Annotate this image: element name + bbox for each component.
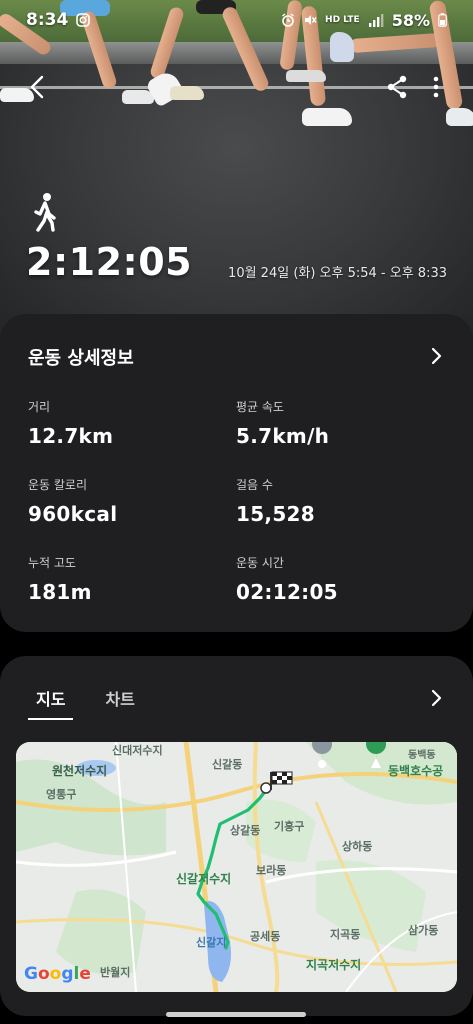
map-label: 기흥구 [274, 820, 305, 833]
map-label: 신갈지 [196, 936, 227, 949]
map-card: 지도 차트 신대저수지 원천저수지 영통구 신갈동 상갈동 기흥구 상하동 보라… [0, 656, 473, 1016]
tab-chart[interactable]: 차트 [97, 686, 142, 720]
battery-icon [438, 13, 447, 27]
hero-photo [0, 0, 473, 340]
stat-value: 02:12:05 [236, 580, 338, 604]
stat-value: 12.7km [28, 424, 114, 448]
status-bar: 8:34 HD LTE 58% [0, 0, 473, 40]
stat-value: 181m [28, 580, 92, 604]
stat-value: 960kcal [28, 502, 118, 526]
instagram-icon [76, 13, 91, 27]
stat-label: 누적 고도 [28, 556, 76, 570]
stat-label: 평균 속도 [236, 400, 284, 414]
map-label: 원천저수지 [52, 764, 108, 778]
alarm-icon [282, 13, 294, 27]
workout-date-range: 10월 24일 (화) 오후 5:54 - 오후 8:33 [228, 266, 447, 281]
walking-icon [34, 193, 56, 232]
map-background [16, 742, 457, 992]
map-label: 공세동 [250, 930, 281, 943]
network-indicator: HD LTE [325, 14, 360, 25]
map-label: 삼가동 [408, 924, 439, 937]
share-icon[interactable] [382, 72, 412, 102]
mute-icon [305, 15, 317, 25]
home-indicator[interactable] [166, 1012, 306, 1017]
runner-shoe [446, 108, 473, 126]
map-label: 지곡동 [330, 928, 361, 941]
more-options-icon[interactable] [424, 72, 448, 102]
stat-value: 15,528 [236, 502, 315, 526]
battery-percent: 58% [391, 10, 430, 30]
stat-label: 거리 [28, 400, 51, 414]
map-label: 상하동 [342, 840, 373, 853]
stat-label: 운동 시간 [236, 556, 284, 570]
chevron-right-icon[interactable] [429, 346, 445, 366]
stat-value: 5.7km/h [236, 424, 330, 448]
map-label: 상갈동 [230, 824, 261, 837]
route-map[interactable]: 신대저수지 원천저수지 영통구 신갈동 상갈동 기흥구 상하동 보라동 신갈저수… [16, 742, 457, 992]
back-arrow-icon[interactable] [24, 72, 54, 102]
workout-details-card[interactable]: 운동 상세정보 거리 12.7km 평균 속도 5.7km/h 운동 칼로리 9… [0, 314, 473, 632]
map-label: 영통구 [46, 788, 77, 801]
status-time: 8:34 [26, 10, 69, 30]
map-label: 보라동 [256, 864, 287, 877]
stat-elevation-gain: 누적 고도 181m [28, 554, 92, 604]
google-logo: Google [24, 964, 91, 984]
map-label: 신갈동 [212, 758, 243, 771]
map-label: 동백호수공 [388, 764, 444, 778]
stat-steps: 걸음 수 15,528 [236, 476, 315, 526]
map-label: 지곡저수지 [306, 958, 362, 972]
runner-shoe [302, 108, 352, 126]
stat-workout-time: 운동 시간 02:12:05 [236, 554, 338, 604]
stat-calories: 운동 칼로리 960kcal [28, 476, 117, 526]
map-label: 신갈저수지 [176, 872, 232, 886]
stat-avg-speed: 평균 속도 5.7km/h [236, 398, 329, 448]
signal-icon [368, 13, 384, 27]
stat-label: 운동 칼로리 [28, 478, 88, 492]
card-title: 운동 상세정보 [28, 348, 134, 369]
map-label: 동백동 [408, 750, 436, 761]
workout-duration: 2:12:05 [26, 240, 193, 284]
top-app-bar [0, 70, 473, 106]
tab-map[interactable]: 지도 [28, 686, 74, 720]
map-chart-tabs: 지도 차트 [28, 686, 143, 720]
map-label: 신대저수지 [112, 744, 163, 757]
stat-distance: 거리 12.7km [28, 398, 113, 448]
map-label: 반월지 [100, 966, 131, 979]
chevron-right-icon[interactable] [429, 688, 445, 708]
stat-label: 걸음 수 [236, 478, 273, 492]
